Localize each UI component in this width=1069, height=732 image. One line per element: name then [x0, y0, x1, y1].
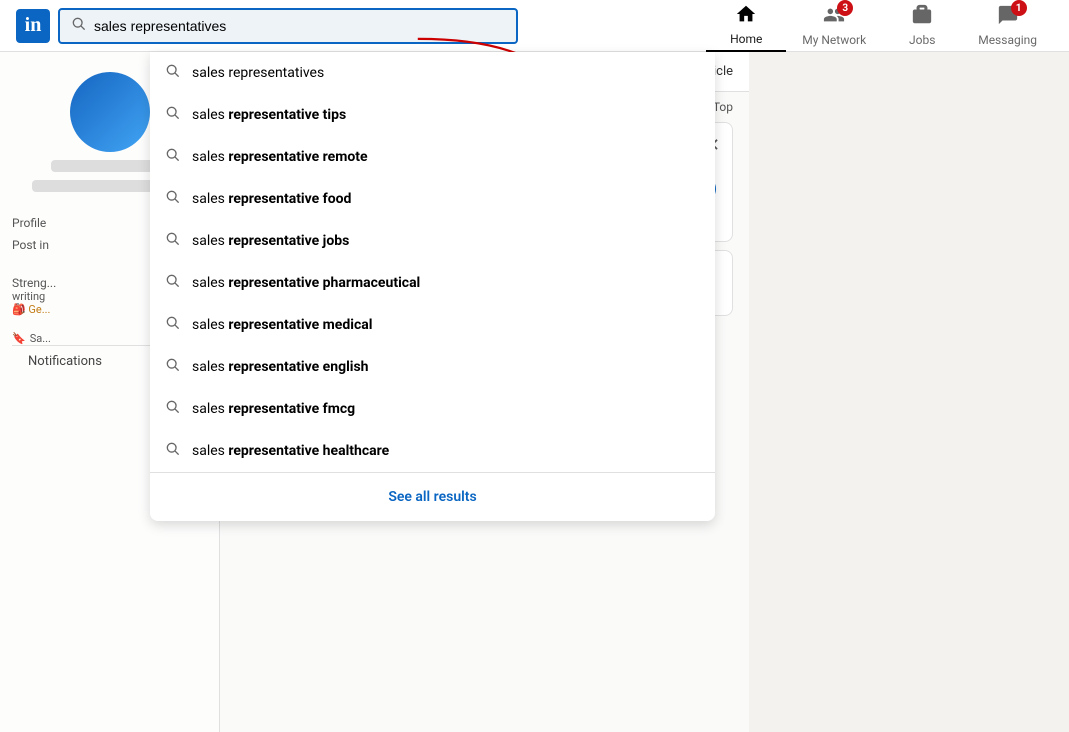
messaging-icon: 1 — [997, 4, 1019, 31]
nav-item-network[interactable]: 3 My Network — [786, 0, 882, 52]
nav-item-home[interactable]: Home — [706, 0, 786, 52]
dropdown-search-icon-9 — [166, 442, 180, 460]
dropdown-text-2: sales representative remote — [192, 149, 368, 165]
dropdown-search-icon-7 — [166, 358, 180, 376]
search-input[interactable] — [94, 18, 504, 34]
dropdown-search-icon-0 — [166, 64, 180, 82]
dropdown-text-1: sales representative tips — [192, 107, 346, 123]
network-icon: 3 — [823, 4, 845, 31]
dropdown-search-icon-4 — [166, 232, 180, 250]
see-all-results[interactable]: See all results — [150, 472, 715, 521]
dropdown-item-7[interactable]: sales representative english — [150, 346, 715, 388]
dropdown-search-icon-8 — [166, 400, 180, 418]
dropdown-text-9: sales representative healthcare — [192, 443, 389, 459]
notifications-label: Notifications — [28, 354, 102, 369]
dropdown-text-8: sales representative fmcg — [192, 401, 355, 417]
dropdown-item-4[interactable]: sales representative jobs — [150, 220, 715, 262]
home-icon — [735, 3, 757, 30]
dropdown-item-2[interactable]: sales representative remote — [150, 136, 715, 178]
nav-item-jobs[interactable]: Jobs — [882, 0, 962, 52]
home-label: Home — [730, 32, 762, 46]
dropdown-text-0: sales representatives — [192, 65, 324, 81]
dropdown-text-5: sales representative pharmaceutical — [192, 275, 420, 291]
dropdown-text-4: sales representative jobs — [192, 233, 349, 249]
messaging-badge: 1 — [1011, 0, 1027, 16]
search-container — [58, 8, 518, 44]
dropdown-search-icon-2 — [166, 148, 180, 166]
dropdown-item-3[interactable]: sales representative food — [150, 178, 715, 220]
dropdown-item-0[interactable]: sales representatives — [150, 52, 715, 94]
dropdown-item-8[interactable]: sales representative fmcg — [150, 388, 715, 430]
dropdown-search-icon-1 — [166, 106, 180, 124]
jobs-label: Jobs — [909, 33, 935, 47]
jobs-icon — [911, 4, 933, 31]
dropdown-search-icon-5 — [166, 274, 180, 292]
dropdown-text-7: sales representative english — [192, 359, 369, 375]
messaging-label: Messaging — [978, 33, 1037, 47]
dropdown-text-3: sales representative food — [192, 191, 351, 207]
search-icon — [72, 17, 86, 35]
dropdown-item-5[interactable]: sales representative pharmaceutical — [150, 262, 715, 304]
search-box — [58, 8, 518, 44]
dropdown-text-6: sales representative medical — [192, 317, 372, 333]
network-badge: 3 — [837, 0, 853, 16]
dropdown-item-1[interactable]: sales representative tips — [150, 94, 715, 136]
save-icon: 🔖 — [12, 332, 26, 345]
dropdown-search-icon-3 — [166, 190, 180, 208]
dropdown-item-9[interactable]: sales representative healthcare — [150, 430, 715, 472]
avatar — [70, 72, 150, 152]
nav-item-messaging[interactable]: 1 Messaging — [962, 0, 1053, 52]
navbar: in Home 3 — [0, 0, 1069, 52]
search-dropdown: sales representatives sales representati… — [150, 52, 715, 521]
save-label: Sa... — [30, 332, 51, 345]
dropdown-search-icon-6 — [166, 316, 180, 334]
network-label: My Network — [802, 33, 866, 47]
nav-items: Home 3 My Network Jobs — [706, 0, 1053, 52]
linkedin-logo: in — [16, 9, 50, 43]
dropdown-item-6[interactable]: sales representative medical — [150, 304, 715, 346]
